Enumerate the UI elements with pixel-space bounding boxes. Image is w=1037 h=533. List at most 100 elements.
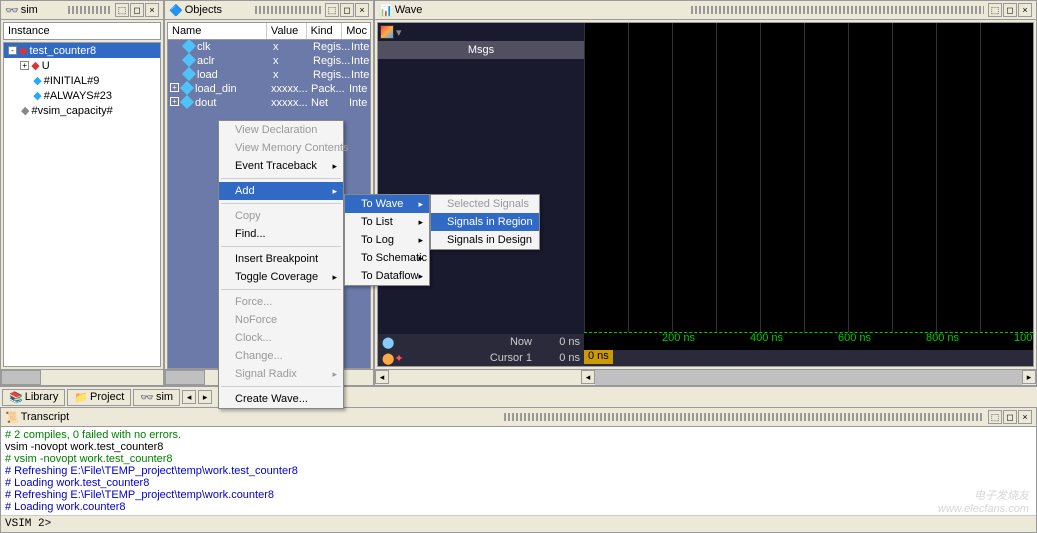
transcript-line: # Loading work.counter8 [5,501,1032,513]
sim-title: sim [19,4,64,16]
menu-item-copy: Copy [219,207,343,225]
undock-button[interactable]: ⬚ [988,410,1002,424]
menu-item-to-dataflow[interactable]: To Dataflow▸ [345,267,429,285]
menu-item-noforce: NoForce [219,311,343,329]
menu-item-view-declaration: View Declaration [219,121,343,139]
process-blue-icon: ◆ [33,89,41,102]
menu-item-signals-in-region[interactable]: Signals in Region [431,213,539,231]
undock-button[interactable]: ⬚ [988,3,1002,17]
sim-panel: 👓 sim ⬚ ◻ × Instance -◆ test_counter8 +◆… [0,0,164,386]
watermark: 电子发烧友 www.elecfans.com [938,487,1029,515]
transcript-prompt[interactable]: VSIM 2> [1,515,1036,532]
tab-scroll-left[interactable]: ◂ [182,390,196,404]
maximize-button[interactable]: ◻ [1003,3,1017,17]
menu-item-to-wave[interactable]: To Wave▸ [345,195,429,213]
time-tick: 800 ns [926,332,959,344]
tab-sim[interactable]: 👓sim [133,389,180,406]
menu-item-to-list[interactable]: To List▸ [345,213,429,231]
scroll-right[interactable]: ▸ [1022,370,1036,384]
scroll-left[interactable]: ◂ [581,370,595,384]
col-name[interactable]: Name [168,23,267,39]
glasses-icon: 👓 [5,4,19,17]
tab-scroll-right[interactable]: ▸ [198,390,212,404]
menu-item-event-traceback[interactable]: Event Traceback▸ [219,157,343,175]
towave-submenu[interactable]: Selected SignalsSignals in RegionSignals… [430,194,540,250]
menu-item-view-memory-contents: View Memory Contents [219,139,343,157]
tree-label: #INITIAL#9 [44,75,100,87]
signal-icon [182,67,196,81]
transcript-line: # vsim -novopt work.test_counter8 [5,453,1032,465]
menu-item-clock-: Clock... [219,329,343,347]
context-menu[interactable]: View DeclarationView Memory ContentsEven… [218,120,344,409]
capacity-icon: ◆ [21,104,29,117]
sim-tree[interactable]: -◆ test_counter8 +◆ U ◆ #INITIAL#9 ◆ #AL… [3,42,161,367]
menu-item-signals-in-design[interactable]: Signals in Design [431,231,539,249]
tab-library[interactable]: 📚Library [2,389,65,406]
object-row[interactable]: aclrxRegis...Inte [168,54,370,68]
wave-title: Wave [393,4,688,16]
bottom-tabstrip: 📚Library 📁Project 👓sim ◂ ▸ [0,386,1037,407]
tree-row[interactable]: -◆ test_counter8 [4,43,160,58]
transcript-line: vsim -novopt work.test_counter8 [5,441,1032,453]
sim-title-bar: 👓 sim ⬚ ◻ × [1,1,163,20]
project-icon: 📁 [74,391,88,404]
close-button[interactable]: × [355,3,369,17]
close-button[interactable]: × [1018,3,1032,17]
time-tick: 200 ns [662,332,695,344]
undock-button[interactable]: ⬚ [325,3,339,17]
maximize-button[interactable]: ◻ [340,3,354,17]
sim-hscroll[interactable] [1,369,163,385]
tree-row[interactable]: ◆ #INITIAL#9 [4,73,160,88]
object-row[interactable]: loadxRegis...Inte [168,68,370,82]
tree-label: U [42,60,50,72]
time-tick: 600 ns [838,332,871,344]
menu-item-toggle-coverage[interactable]: Toggle Coverage▸ [219,268,343,286]
col-kind[interactable]: Kind [307,23,343,39]
signal-icon [180,81,194,95]
menu-item-to-schematic[interactable]: To Schematic▸ [345,249,429,267]
undock-button[interactable]: ⬚ [115,3,129,17]
col-mode[interactable]: Moc [342,23,370,39]
object-row[interactable]: clkxRegis...Inte [168,40,370,54]
tab-project[interactable]: 📁Project [67,389,131,406]
add-submenu[interactable]: To Wave▸To List▸To Log▸To Schematic▸To D… [344,194,430,286]
menu-item-find-[interactable]: Find... [219,225,343,243]
maximize-button[interactable]: ◻ [1003,410,1017,424]
col-value[interactable]: Value [267,23,307,39]
scroll-left[interactable]: ◂ [375,370,389,384]
transcript-icon: 📜 [5,411,19,424]
maximize-button[interactable]: ◻ [130,3,144,17]
library-icon: 📚 [9,391,23,404]
cube-icon[interactable] [380,25,394,39]
close-button[interactable]: × [145,3,159,17]
tree-label: #vsim_capacity# [31,105,112,117]
menu-item-to-log[interactable]: To Log▸ [345,231,429,249]
menu-item-change-: Change... [219,347,343,365]
cursor-box[interactable]: 0 ns [584,350,613,364]
sim-icon: 👓 [140,391,154,404]
tree-row[interactable]: ◆ #ALWAYS#23 [4,88,160,103]
menu-item-add[interactable]: Add▸ [219,182,343,200]
cursor-row[interactable]: ⬤✦Cursor 10 ns [378,350,584,366]
transcript-line: # Refreshing E:\File\TEMP_project\temp\w… [5,465,1032,477]
transcript-output[interactable]: # 2 compiles, 0 failed with no errors.vs… [1,427,1036,515]
menu-item-insert-breakpoint[interactable]: Insert Breakpoint [219,250,343,268]
object-row[interactable]: +doutxxxxx...NetInte [168,96,370,110]
transcript-line: # 2 compiles, 0 failed with no errors. [5,429,1032,441]
process-blue-icon: ◆ [33,74,41,87]
wave-title-bar: 📊 Wave ⬚ ◻ × [375,1,1036,20]
sim-column-header[interactable]: Instance [3,22,161,40]
close-button[interactable]: × [1018,410,1032,424]
object-row[interactable]: +load_dinxxxxx...Pack...Inte [168,82,370,96]
tree-row[interactable]: ◆ #vsim_capacity# [4,103,160,118]
objects-title: Objects [183,4,251,16]
time-tick: 100 [1014,332,1032,344]
tree-label: #ALWAYS#23 [44,90,112,102]
transcript-line: # Refreshing E:\File\TEMP_project\temp\w… [5,489,1032,501]
transcript-title: Transcript [19,411,501,423]
menu-item-create-wave-[interactable]: Create Wave... [219,390,343,408]
time-tick: 400 ns [750,332,783,344]
wave-display[interactable]: 200 ns 400 ns 600 ns 800 ns 100 0 ns [584,23,1033,366]
tree-label: test_counter8 [29,45,96,57]
tree-row[interactable]: +◆ U [4,58,160,73]
